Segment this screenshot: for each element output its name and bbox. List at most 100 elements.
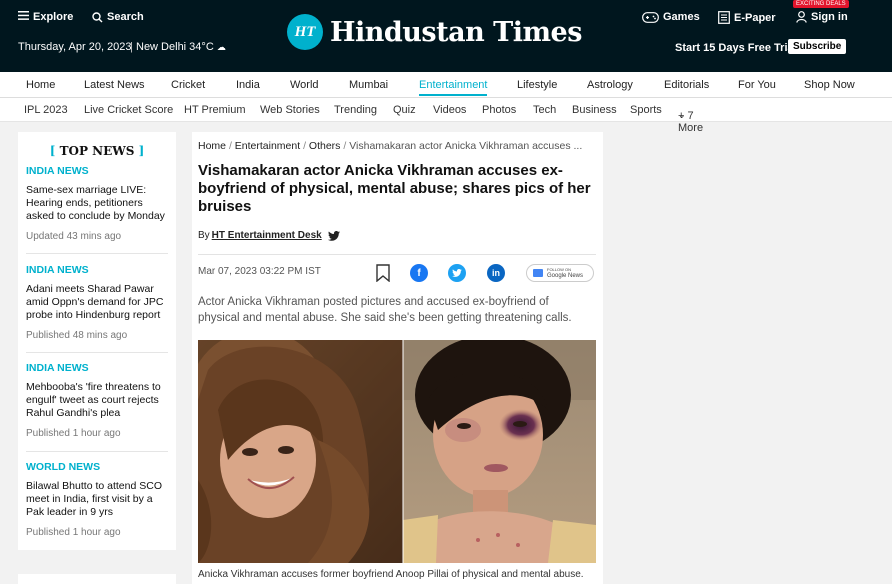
logo-text: Hindustan Times	[330, 16, 582, 48]
nav-item-editorials[interactable]: Editorials	[664, 79, 709, 91]
secondary-nav: IPL 2023 Live Cricket Score HT Premium W…	[0, 98, 892, 134]
news-category[interactable]: INDIA NEWS	[26, 165, 168, 177]
subnav-business[interactable]: Business	[572, 104, 617, 116]
nav-item-mumbai[interactable]: Mumbai	[349, 79, 388, 91]
epaper-label: E-Paper	[734, 11, 776, 24]
top-news-heading: [ TOP NEWS ]	[49, 144, 145, 158]
subnav-sports[interactable]: Sports	[630, 104, 662, 116]
nav-item-home[interactable]: Home	[26, 79, 55, 91]
divider	[26, 253, 168, 254]
list-item[interactable]: INDIA NEWS Same-sex marriage LIVE: Heari…	[26, 165, 168, 242]
twitter-share-icon[interactable]	[448, 264, 466, 282]
nav-item-cricket[interactable]: Cricket	[171, 79, 205, 91]
subnav-live-score[interactable]: Live Cricket Score	[84, 104, 173, 116]
chevron-down-icon: ⌄	[678, 110, 686, 120]
facebook-icon[interactable]: f	[410, 264, 428, 282]
news-title[interactable]: Adani meets Sharad Pawar amid Oppn's dem…	[26, 283, 168, 322]
google-news-label: Google News	[547, 273, 584, 279]
news-category[interactable]: INDIA NEWS	[26, 264, 168, 276]
byline-prefix: By	[198, 230, 210, 241]
article-headline: Vishamakaran actor Anicka Vikhraman accu…	[198, 162, 591, 215]
news-timestamp: Published 48 mins ago	[26, 330, 128, 341]
author-link[interactable]: HT Entertainment Desk	[212, 230, 322, 241]
newspaper-icon	[718, 11, 730, 24]
top-news-heading-label: TOP NEWS	[59, 144, 135, 158]
subnav-ipl[interactable]: IPL 2023	[24, 104, 68, 116]
site-logo[interactable]: HT Hindustan Times	[287, 14, 582, 50]
list-item[interactable]: INDIA NEWS Mehbooba's 'fire threatens to…	[26, 362, 168, 439]
hamburger-icon	[18, 11, 29, 23]
list-item[interactable]: INDIA NEWS Adani meets Sharad Pawar amid…	[26, 264, 168, 341]
subnav-videos[interactable]: Videos	[433, 104, 466, 116]
explore-label: Explore	[33, 11, 74, 23]
nav-item-for-you[interactable]: For You	[738, 79, 776, 91]
subnav-quiz[interactable]: Quiz	[393, 104, 416, 116]
nav-item-world[interactable]: World	[290, 79, 319, 91]
free-trial-text[interactable]: Start 15 Days Free Trial	[675, 42, 797, 54]
news-category[interactable]: WORLD NEWS	[26, 461, 168, 473]
article-image[interactable]	[198, 340, 596, 563]
games-label: Games	[663, 11, 700, 23]
user-icon	[796, 11, 807, 23]
divider	[26, 352, 168, 353]
bookmark-icon[interactable]	[376, 264, 390, 287]
google-news-button[interactable]: FOLLOW ON Google News	[526, 264, 594, 282]
divider	[26, 451, 168, 452]
nav-item-india[interactable]: India	[236, 79, 260, 91]
current-date: Thursday, Apr 20, 2023	[18, 41, 132, 53]
signin-button[interactable]: Sign in	[796, 11, 848, 23]
news-title[interactable]: Same-sex marriage LIVE: Hearing ends, pe…	[26, 184, 168, 223]
weather-label: New Delhi 34°C	[136, 41, 214, 53]
news-title[interactable]: Bilawal Bhutto to attend SCO meet in Ind…	[26, 480, 168, 519]
linkedin-icon[interactable]: in	[487, 264, 505, 282]
gamepad-icon	[642, 11, 659, 23]
weather[interactable]: New Delhi 34°C ☁	[136, 41, 226, 53]
breadcrumb-entertainment[interactable]: Entertainment	[235, 140, 300, 152]
article-summary: Actor Anicka Vikhraman posted pictures a…	[198, 296, 572, 324]
nav-item-latest-news[interactable]: Latest News	[84, 79, 145, 91]
news-timestamp: Published 1 hour ago	[26, 428, 121, 439]
news-timestamp: Published 1 hour ago	[26, 527, 121, 538]
subscribe-button[interactable]: Subscribe	[788, 39, 847, 54]
search-icon	[92, 11, 103, 23]
explore-button[interactable]: Explore	[18, 11, 73, 23]
search-label: Search	[107, 11, 144, 23]
list-item[interactable]: WORLD NEWS Bilawal Bhutto to attend SCO …	[26, 461, 168, 538]
exciting-deals-badge: EXCITING DEALS	[793, 0, 849, 8]
epaper-link[interactable]: E-Paper	[718, 11, 776, 24]
search-button[interactable]: Search	[92, 11, 144, 23]
divider	[198, 254, 596, 255]
nav-item-shop-now[interactable]: Shop Now	[804, 79, 855, 91]
breadcrumb-others[interactable]: Others	[309, 140, 341, 152]
top-news-sidebar: [ TOP NEWS ] INDIA NEWS Same-sex marriag…	[18, 132, 176, 550]
subnav-web-stories[interactable]: Web Stories	[260, 104, 320, 116]
subnav-photos[interactable]: Photos	[482, 104, 516, 116]
news-title[interactable]: Mehbooba's 'fire threatens to engulf' tw…	[26, 381, 168, 420]
subnav-tech[interactable]: Tech	[533, 104, 556, 116]
subnav-ht-premium[interactable]: HT Premium	[184, 104, 246, 116]
cloud-icon: ☁	[216, 42, 226, 52]
top-header: Explore Search Thursday, Apr 20, 2023 | …	[0, 0, 892, 72]
publish-date: Mar 07, 2023 03:22 PM IST	[198, 266, 321, 277]
news-timestamp: Updated 43 mins ago	[26, 231, 122, 242]
google-news-small-label: FOLLOW ON	[547, 267, 572, 272]
byline: By HT Entertainment Desk	[198, 230, 340, 241]
signin-label: Sign in	[811, 11, 848, 23]
games-link[interactable]: Games	[642, 11, 700, 23]
article-card: Home / Entertainment / Others / Vishamak…	[192, 132, 603, 584]
google-news-icon	[533, 269, 543, 277]
subnav-trending[interactable]: Trending	[334, 104, 377, 116]
twitter-icon[interactable]	[327, 230, 340, 241]
nav-item-lifestyle[interactable]: Lifestyle	[517, 79, 557, 91]
separator: |	[130, 41, 133, 53]
breadcrumb-home[interactable]: Home	[198, 140, 226, 152]
nav-item-entertainment[interactable]: Entertainment	[419, 79, 488, 96]
nav-item-astrology[interactable]: Astrology	[587, 79, 633, 91]
news-category[interactable]: INDIA NEWS	[26, 362, 168, 374]
breadcrumb-current: Vishamakaran actor Anicka Vikhraman accu…	[349, 140, 583, 152]
sidebar-next-card	[18, 574, 176, 584]
breadcrumb: Home / Entertainment / Others / Vishamak…	[198, 140, 598, 152]
primary-nav: Home Latest News Cricket India World Mum…	[0, 72, 892, 98]
image-caption: Anicka Vikhraman accuses former boyfrien…	[198, 569, 584, 580]
logo-mark: HT	[287, 14, 323, 50]
